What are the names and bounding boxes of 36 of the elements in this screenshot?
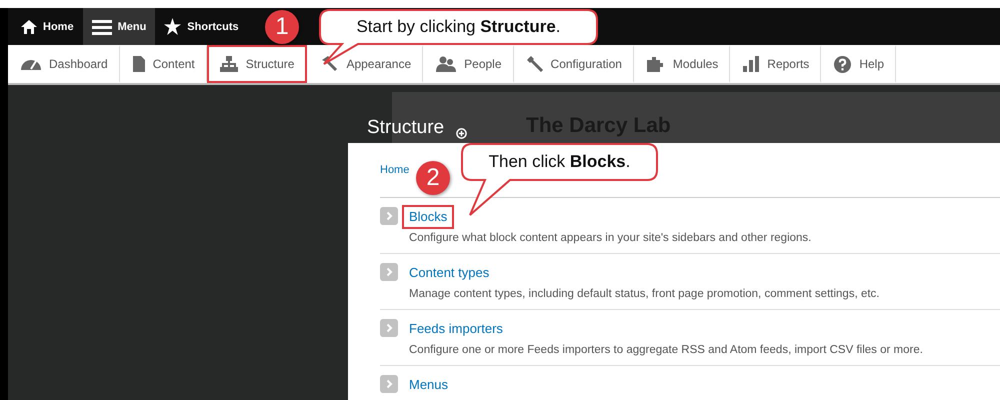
admin-menu-tab[interactable]: Structure bbox=[206, 45, 308, 83]
toolbar-item[interactable]: Home bbox=[12, 8, 83, 45]
wrench-icon bbox=[526, 56, 543, 72]
people-icon bbox=[436, 56, 456, 72]
callout-text: Start by clicking Structure. bbox=[355, 16, 562, 38]
star-icon bbox=[164, 18, 182, 35]
section-description: Manage content types, including default status, front page promotion, comment settings, etc. bbox=[409, 287, 880, 302]
toolbar-item[interactable]: Shortcuts bbox=[155, 8, 248, 45]
bar-chart-icon bbox=[743, 56, 760, 72]
admin-menu-tab[interactable]: Modules bbox=[634, 45, 730, 83]
section-link[interactable]: Content types bbox=[402, 261, 496, 285]
add-shortcut-icon[interactable] bbox=[456, 128, 468, 139]
page-icon bbox=[132, 56, 145, 72]
section-description: Configure what block content appears in your site's sidebars and other regions. bbox=[409, 231, 812, 246]
chevron-icon bbox=[380, 263, 398, 281]
breadcrumb-link[interactable]: Home bbox=[380, 164, 410, 176]
section-link[interactable]: Feeds importers bbox=[402, 317, 510, 341]
chevron-icon bbox=[380, 375, 398, 393]
section-link[interactable]: Blocks bbox=[402, 205, 454, 229]
admin-menu-tab[interactable]: Dashboard bbox=[8, 45, 120, 83]
section-link[interactable]: Menus bbox=[402, 373, 456, 397]
callout-text: Then click Blocks. bbox=[488, 151, 632, 173]
chevron-icon bbox=[380, 207, 398, 225]
section-description: Configure one or more Feeds importers to aggregate RSS and Atom feeds, import CSV files or more. bbox=[409, 343, 923, 358]
admin-menu-tab[interactable]: Help bbox=[821, 45, 896, 83]
admin-menu-tab[interactable]: Content bbox=[120, 45, 207, 83]
menu-icon bbox=[92, 18, 112, 34]
toolbar-item[interactable]: Menu bbox=[82, 8, 156, 45]
gauge-icon bbox=[21, 57, 41, 71]
puzzle-icon bbox=[646, 56, 665, 72]
page-title: Structure bbox=[367, 117, 444, 139]
help-icon bbox=[834, 56, 852, 72]
admin-menu-tab[interactable]: Reports bbox=[730, 45, 822, 83]
home-icon bbox=[21, 18, 37, 34]
chevron-icon bbox=[380, 319, 398, 337]
hierarchy-icon bbox=[220, 56, 238, 72]
